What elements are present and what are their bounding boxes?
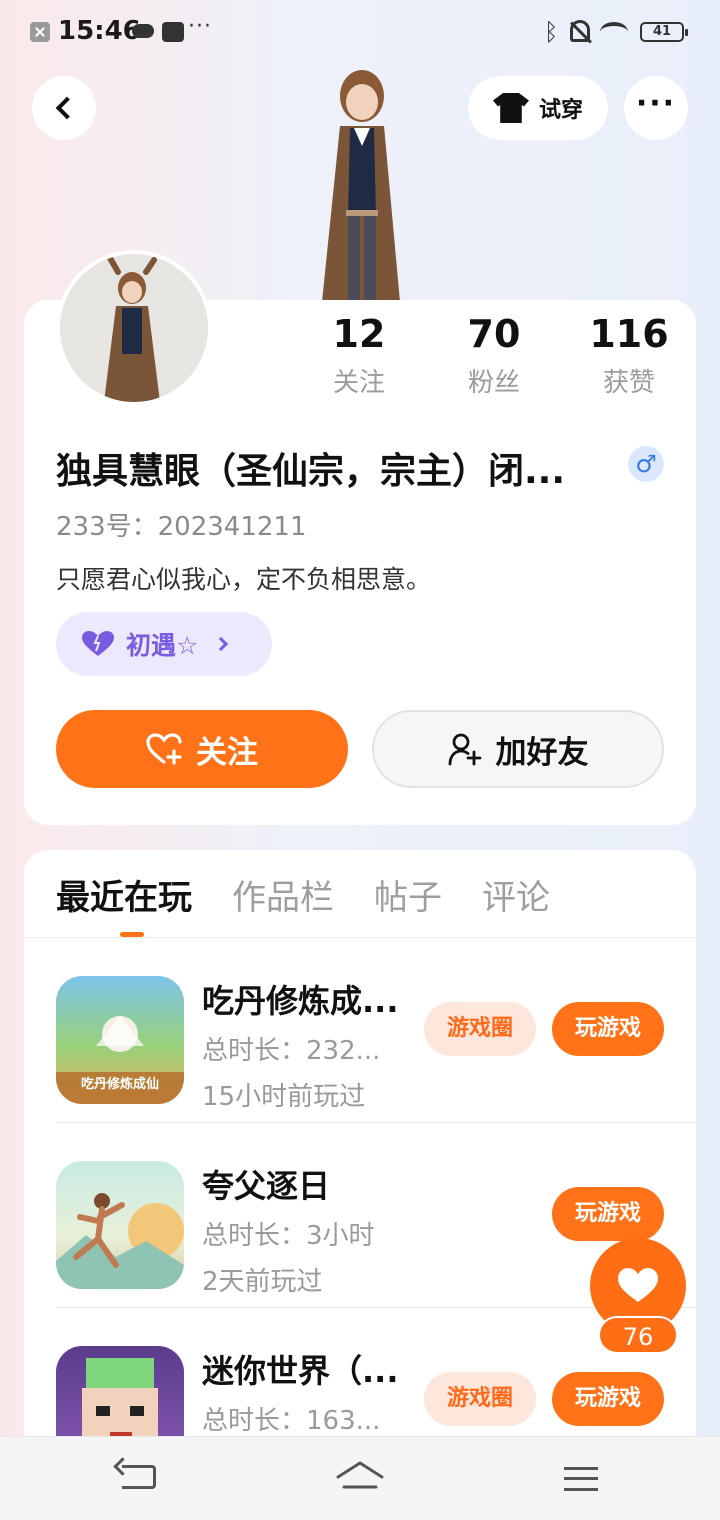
- user-bio: 只愿君心似我心，定不负相思意。: [56, 565, 432, 594]
- follow-label: 关注: [196, 734, 258, 771]
- message-icon: [162, 22, 184, 42]
- game-name: 夸父逐日: [202, 1167, 331, 1205]
- nav-home-icon[interactable]: [336, 1459, 384, 1495]
- game-circle-button[interactable]: 游戏圈: [424, 1002, 536, 1056]
- system-nav-bar: [0, 1436, 720, 1520]
- game-thumbnail: [56, 1346, 184, 1450]
- game-row[interactable]: 吃丹修炼成仙 吃丹修炼成... 总时长：232... 15小时前玩过 游戏圈 玩…: [24, 938, 696, 1123]
- tab-works[interactable]: 作品栏: [232, 870, 334, 919]
- game-thumbnail-art: [82, 1358, 158, 1450]
- shirt-icon: [492, 93, 529, 123]
- game-name: 迷你世界（...: [202, 1352, 399, 1390]
- white-heart-icon: [618, 1268, 658, 1302]
- play-game-button[interactable]: 玩游戏: [552, 1187, 664, 1241]
- likes-count: 116: [589, 312, 669, 356]
- tab-comments[interactable]: 评论: [482, 870, 550, 919]
- follow-button[interactable]: 关注: [56, 710, 348, 788]
- nav-menu-icon[interactable]: [564, 1467, 598, 1491]
- game-thumbnail: 吃丹修炼成仙: [56, 976, 184, 1104]
- avatar-portrait: [104, 255, 160, 402]
- fans-label: 粉丝: [467, 368, 520, 398]
- bluetooth-icon: ᛒ: [544, 18, 559, 46]
- following-stat[interactable]: 12 关注: [304, 312, 414, 399]
- game-last-played: 15小时前玩过: [202, 1082, 366, 1112]
- profile-stats: 12 关注 70 粉丝 116 获赞: [304, 312, 684, 399]
- relationship-tag-chip[interactable]: 初遇☆: [56, 612, 272, 676]
- tab-posts[interactable]: 帖子: [374, 870, 442, 919]
- male-gender-icon: ♂: [628, 446, 664, 482]
- game-circle-button[interactable]: 游戏圈: [424, 1372, 536, 1426]
- back-arrow-icon: [55, 96, 79, 120]
- add-user-icon: [448, 733, 481, 766]
- mute-icon: [570, 20, 590, 42]
- fans-stat[interactable]: 70 粉丝: [439, 312, 549, 399]
- profile-tabs: 最近在玩 作品栏 帖子 评论: [56, 870, 550, 919]
- game-thumbnail-art: 吃丹修炼成仙: [56, 1016, 184, 1104]
- nav-back-icon[interactable]: [122, 1465, 156, 1489]
- play-game-button[interactable]: 玩游戏: [552, 1002, 664, 1056]
- game-thumbnail: [56, 1161, 184, 1289]
- add-friend-button[interactable]: 加好友: [372, 710, 664, 788]
- game-thumbnail-art: [56, 1193, 184, 1289]
- play-game-button[interactable]: 玩游戏: [552, 1372, 664, 1426]
- add-friend-label: 加好友: [495, 734, 589, 771]
- more-options-button[interactable]: ···: [624, 76, 688, 140]
- game-thumbnail-text: 吃丹修炼成仙: [81, 1076, 159, 1092]
- more-notifications-icon: ···: [188, 14, 212, 39]
- game-duration: 总时长：3小时: [202, 1221, 375, 1251]
- tab-recently-played[interactable]: 最近在玩: [56, 870, 192, 919]
- tag-label: 初遇☆: [126, 631, 199, 660]
- purple-heart-icon: [82, 631, 114, 656]
- back-button[interactable]: [32, 76, 96, 140]
- wifi-icon: [600, 22, 628, 42]
- chevron-right-icon: [214, 636, 229, 652]
- content-card: 最近在玩 作品栏 帖子 评论 吃丹修炼成仙 吃丹修炼成... 总时长：232..…: [24, 850, 696, 1450]
- try-on-label: 试穿: [538, 98, 583, 123]
- fans-count: 70: [467, 312, 521, 356]
- game-duration: 总时长：163...: [202, 1406, 381, 1436]
- game-name: 吃丹修炼成...: [202, 982, 399, 1020]
- status-time: 15:46: [58, 16, 141, 46]
- username: 独具慧眼（圣仙宗，宗主）闭...: [56, 451, 566, 492]
- heart-plus-icon: [146, 733, 182, 765]
- game-row[interactable]: 迷你世界（... 总时长：163... 游戏圈 玩游戏: [24, 1308, 696, 1450]
- avatar[interactable]: [56, 250, 212, 406]
- close-notification-icon: [30, 22, 50, 42]
- following-label: 关注: [332, 368, 385, 398]
- cloud-icon: [132, 24, 154, 38]
- battery-indicator: 41: [640, 22, 688, 42]
- game-last-played: 2天前玩过: [202, 1267, 323, 1297]
- likes-stat[interactable]: 116 获赞: [574, 312, 684, 399]
- more-icon: ···: [635, 86, 677, 121]
- like-count-badge: 76: [598, 1316, 678, 1354]
- avatar-character-illustration: [322, 70, 400, 302]
- try-on-button[interactable]: 试穿: [468, 76, 608, 140]
- status-bar: 15:46 ··· ᛒ 41: [0, 0, 720, 64]
- game-duration: 总时长：232...: [202, 1036, 381, 1066]
- likes-label: 获赞: [602, 368, 655, 398]
- following-count: 12: [332, 312, 386, 356]
- user-id: 233号：202341211: [56, 512, 307, 542]
